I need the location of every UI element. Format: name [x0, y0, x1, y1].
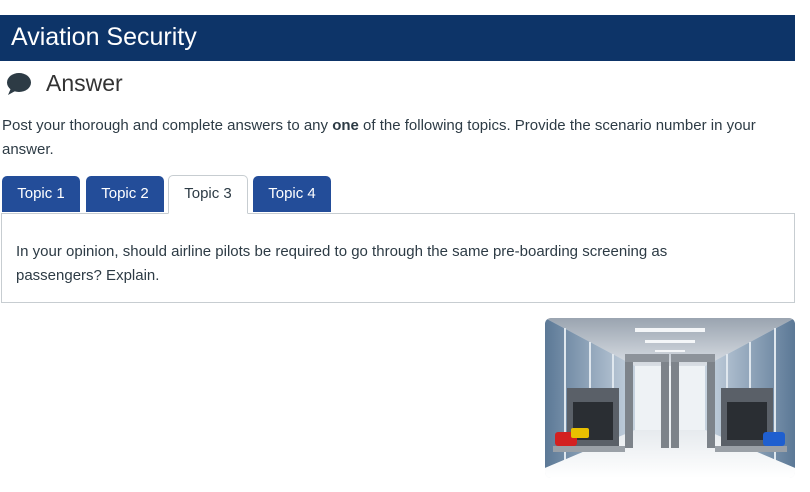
banner-title: Aviation Security	[11, 23, 197, 51]
instructions-emphasis: one	[332, 117, 359, 134]
tab-panel: In your opinion, should airline pilots b…	[1, 213, 795, 303]
tab-topic-2[interactable]: Topic 2	[86, 176, 164, 212]
tab-topic-3[interactable]: Topic 3	[168, 175, 248, 214]
instructions-text: Post your thorough and complete answers …	[2, 114, 792, 162]
topic-question: In your opinion, should airline pilots b…	[16, 243, 668, 284]
airport-security-checkpoint-image	[545, 318, 795, 478]
section-title: Answer	[46, 70, 123, 96]
speech-bubble-icon	[7, 73, 31, 95]
tab-topic-1[interactable]: Topic 1	[2, 176, 80, 212]
page-banner: Aviation Security	[0, 15, 795, 61]
instructions-part-1: Post your thorough and complete answers …	[2, 117, 333, 134]
tab-topic-4[interactable]: Topic 4	[253, 176, 331, 212]
